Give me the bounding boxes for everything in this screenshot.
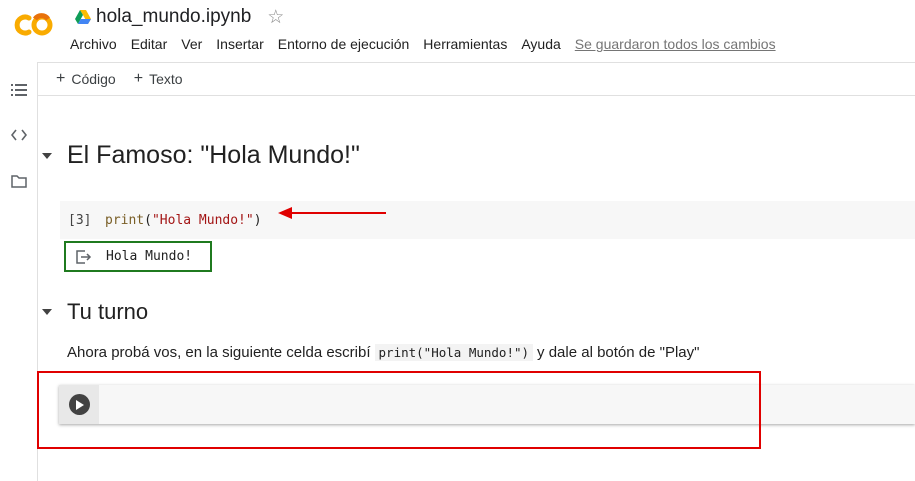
star-icon[interactable]: ☆ [267,8,284,27]
code-cell[interactable]: [3] print("Hola Mundo!") [60,201,915,239]
menu-insertar[interactable]: Insertar [216,36,263,52]
save-status-link[interactable]: Se guardaron todos los cambios [575,36,776,52]
menu-ver[interactable]: Ver [181,36,202,52]
plus-icon: + [56,70,66,87]
cell-toolbar: + Código + Texto [38,62,915,96]
cell-output: Hola Mundo! [64,241,212,272]
add-text-label: Texto [149,71,183,87]
instruction-before: Ahora probá vos, en la siguiente celda e… [67,344,371,361]
empty-code-cell[interactable] [59,385,915,424]
menu-bar: Archivo Editar Ver Insertar Entorno de e… [70,34,776,54]
google-drive-icon[interactable] [75,10,91,24]
files-folder-icon[interactable] [10,172,28,190]
section-heading-2: Tu turno [42,299,148,325]
section-heading-1: El Famoso: "Hola Mundo!" [42,141,360,170]
section-title: El Famoso: "Hola Mundo!" [67,141,360,169]
menu-ayuda[interactable]: Ayuda [521,36,560,52]
left-sidebar [0,62,38,481]
play-icon [75,399,84,410]
code-line[interactable]: print("Hola Mundo!") [105,213,262,228]
title-row: hola_mundo.ipynb ☆ [75,4,284,30]
add-code-label: Código [71,71,116,87]
menu-editar[interactable]: Editar [131,36,168,52]
menu-entorno[interactable]: Entorno de ejecución [278,36,410,52]
collapse-caret-icon[interactable] [42,309,52,315]
code-snippets-icon[interactable] [10,126,28,144]
output-clear-icon[interactable] [74,248,92,266]
instruction-after: y dale al botón de "Play" [537,344,700,361]
code-function: print [105,212,145,228]
code-string: "Hola Mundo!" [151,212,254,228]
add-text-button[interactable]: + Texto [133,70,183,88]
execution-count: [3] [68,212,92,228]
run-cell-button[interactable] [68,394,90,415]
annotation-arrow-icon [278,207,386,219]
section-title: Tu turno [67,299,149,324]
add-code-button[interactable]: + Código [56,70,116,88]
instruction-text: Ahora probá vos, en la siguiente celda e… [67,344,699,361]
collapse-caret-icon[interactable] [42,152,52,159]
code-close-paren: ) [253,212,262,228]
plus-icon: + [133,70,144,87]
table-of-contents-icon[interactable] [10,81,28,99]
output-text: Hola Mundo! [106,249,193,264]
run-gutter [59,385,99,424]
menu-archivo[interactable]: Archivo [70,36,117,52]
menu-herramientas[interactable]: Herramientas [423,36,507,52]
notebook-title[interactable]: hola_mundo.ipynb [96,6,251,28]
code-open-paren: ( [144,212,152,228]
colab-logo-icon[interactable] [12,10,56,40]
instruction-code: print("Hola Mundo!") [374,344,534,361]
